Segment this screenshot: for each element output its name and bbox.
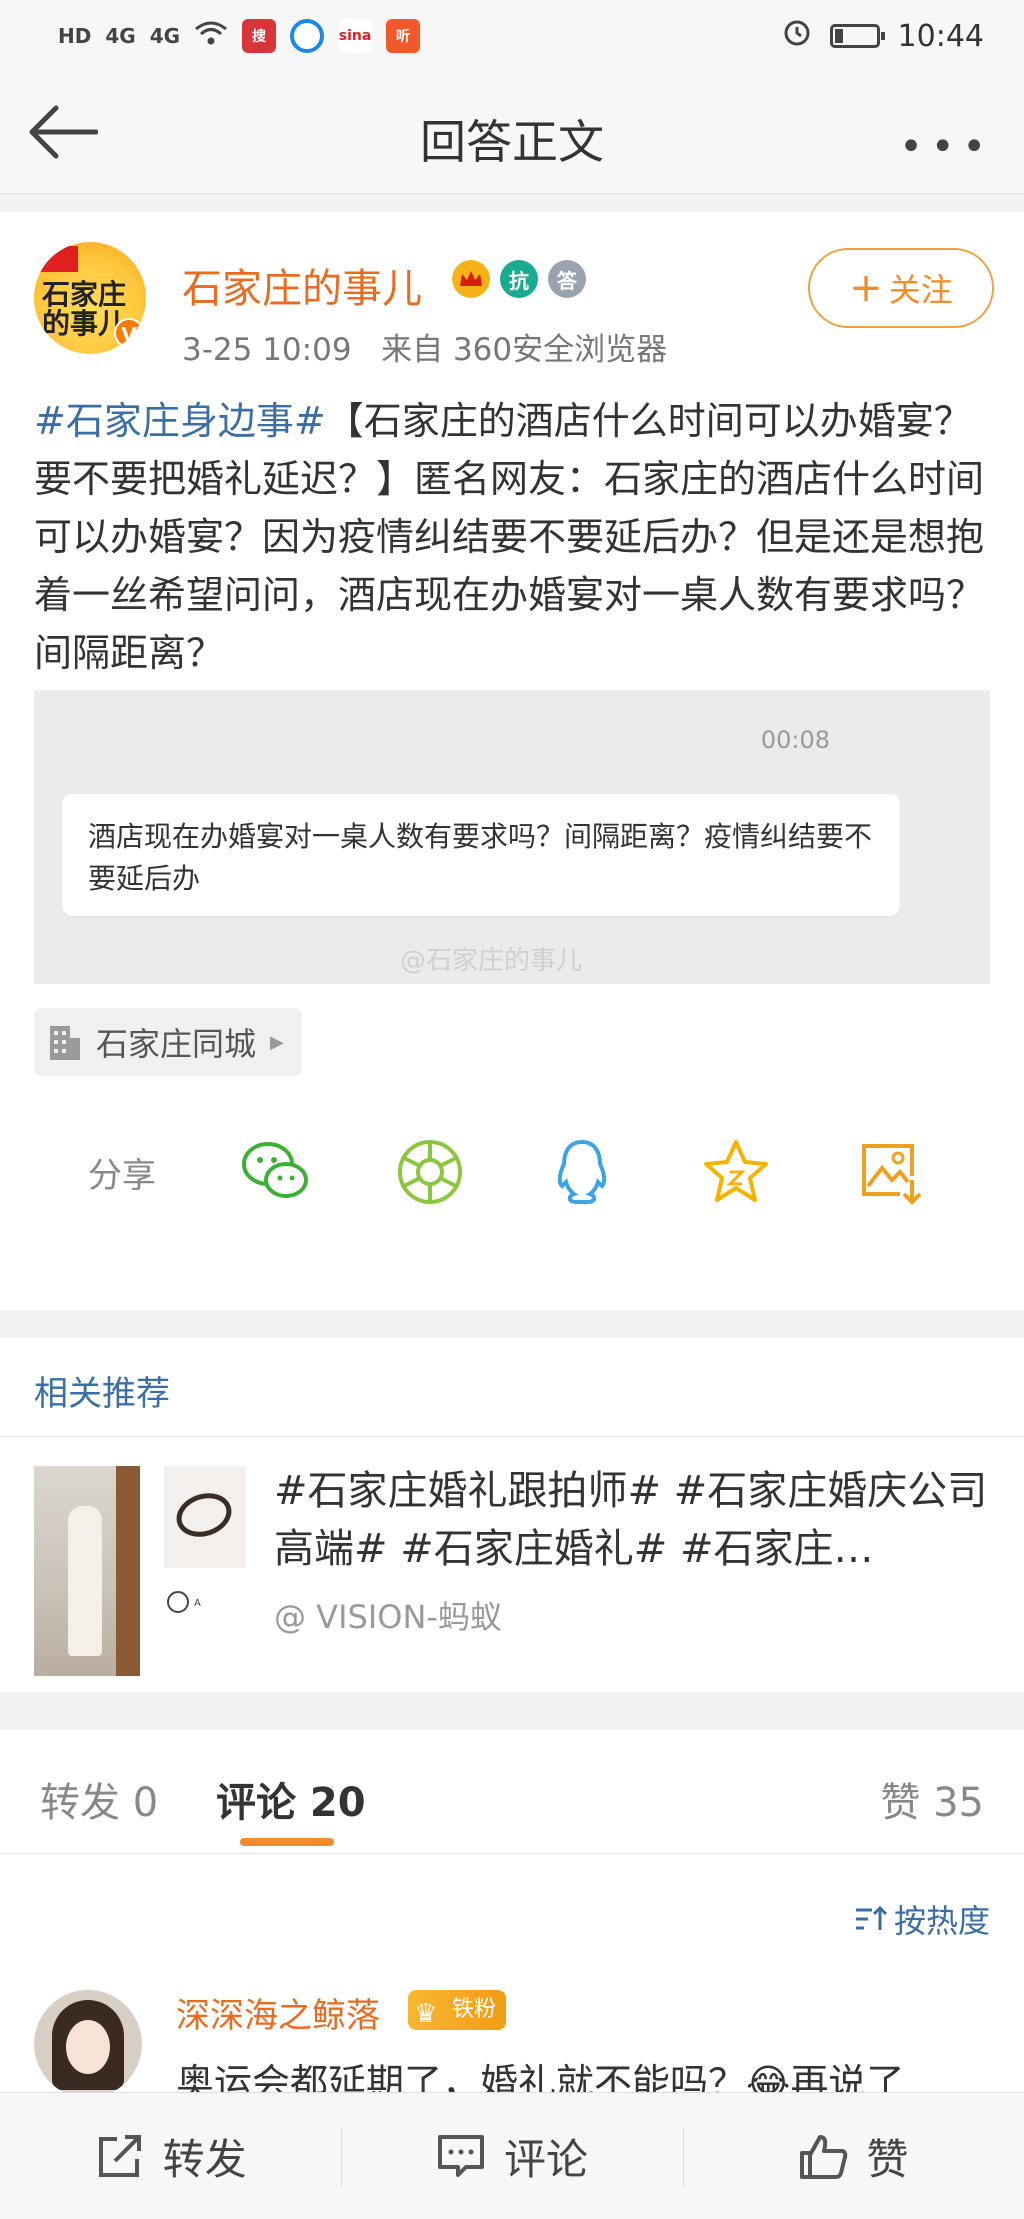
bride-figure [68,1506,102,1656]
share-label: 分享 [88,1156,156,1196]
related-thumbnail-bride[interactable] [34,1466,140,1676]
plus-icon: + [849,265,883,311]
news-app-icon: 搜 [242,19,277,53]
fan-badge[interactable]: ♛ 铁粉 [408,1990,507,2030]
share-row: 分享 [0,1130,1024,1210]
post-hashtag[interactable]: #石家庄身边事# [34,399,326,443]
post-body: #石家庄身边事#【石家庄的酒店什么时间可以办婚宴？要不要把婚礼延迟？】匿名网友：… [34,392,992,682]
bottom-action-bar: 转发 评论 赞 [0,2092,1024,2219]
commenter-avatar[interactable] [34,1990,142,2098]
comment-bubble-icon [437,2135,484,2177]
browser-app-icon [290,19,325,53]
related-title[interactable]: #石家庄婚礼跟拍师# #石家庄婚庆公司高端# #石家庄婚礼# #石家庄… [274,1462,994,1578]
crown-badge-icon[interactable] [452,260,490,298]
door-frame [116,1466,140,1676]
building-icon [50,1026,80,1060]
divider [0,1436,1024,1437]
save-image-icon[interactable] [854,1136,926,1208]
post-source: 来自 360安全浏览器 [381,332,668,368]
wechat-icon[interactable] [240,1136,312,1208]
qq-icon[interactable] [546,1136,618,1208]
author-badges: 抗 答 [452,260,586,298]
listen-app-icon: 听 [386,19,421,53]
tab-repost[interactable]: 转发 0 [40,1770,158,1828]
post-timestamp: 3-25 10:09 [182,332,352,368]
media-watermark: @石家庄的事儿 [400,946,583,976]
media-time: 00:08 [760,726,830,754]
tab-comments[interactable]: 评论 20 [216,1770,366,1828]
more-menu-button[interactable]: ••• [899,124,994,170]
comments-section: 按热度 深深海之鲸落 ♛ 铁粉 奥运会都延期了，婚礼就不能吗？😂再说了 [0,1854,1024,2105]
post-card: 石家庄的事儿 V 石家庄的事儿 抗 答 3-25 10:09 来自 360安全浏… [0,212,1024,1310]
answer-badge-icon[interactable]: 答 [548,260,586,298]
ring-shape [170,1486,238,1544]
like-button[interactable]: 赞 [682,2093,1024,2219]
svg-text:A: A [194,1598,201,1609]
comment-label: 评论 [503,2134,588,2184]
repost-label: 转发 [162,2134,247,2184]
active-tab-indicator [240,1838,334,1846]
flag-icon [38,246,78,272]
title-bar: 回答正文 ••• [0,72,1024,194]
engagement-tabs: 转发 0 评论 20 赞 35 [0,1730,1024,1854]
status-bar: HD 4G 4G 搜 sina 听 10:44 [0,0,1024,72]
sort-icon [855,1905,888,1930]
sort-label: 按热度 [893,1902,990,1940]
crown-icon: ♛ [414,1999,438,2029]
follow-label: 关注 [888,271,953,309]
moments-icon[interactable] [394,1136,466,1208]
battery-icon [829,24,885,48]
author-avatar[interactable]: 石家庄的事儿 V [34,242,146,354]
studio-logo: A [164,1588,254,1668]
related-thumbnail-rings[interactable] [164,1466,246,1568]
hd-indicator: HD [58,24,92,48]
favorite-star-icon[interactable] [700,1136,772,1208]
author-name[interactable]: 石家庄的事儿 [182,256,422,314]
caret-right-icon: ▶ [270,1031,284,1053]
post-media[interactable]: 00:08 酒店现在办婚宴对一桌人数有要求吗？间隔距离？疫情纠结要不要延后办 @… [34,690,990,984]
avatar-face [66,2020,110,2074]
media-message-bubble: 酒店现在办婚宴对一桌人数有要求吗？间隔距离？疫情纠结要不要延后办 [62,794,900,916]
tab-likes[interactable]: 赞 35 [880,1770,984,1828]
status-right: 10:44 [782,17,984,55]
sina-app-icon: sina [338,19,373,53]
clock-time: 10:44 [897,18,984,54]
fan-badge-label: 铁粉 [452,1997,497,2022]
related-author[interactable]: @ VISION-蚂蚁 [274,1592,502,1638]
verified-icon: V [114,318,144,348]
commenter-name[interactable]: 深深海之鲸落 [176,1988,380,2037]
sort-button[interactable]: 按热度 [854,1896,990,1942]
location-chip[interactable]: 石家庄同城 ▶ [34,1008,302,1076]
repost-button[interactable]: 转发 [0,2093,341,2219]
share-out-icon [98,2135,141,2177]
signal-indicator-1: 4G [105,24,136,48]
follow-button[interactable]: + 关注 [808,248,994,328]
thumbs-up-icon [800,2135,848,2179]
signal-indicator-2: 4G [149,24,181,48]
like-label: 赞 [866,2134,909,2184]
page-title: 回答正文 [420,115,604,169]
comment-button[interactable]: 评论 [341,2093,682,2219]
related-section: 相关推荐 A #石家庄婚礼跟拍师# #石家庄婚庆公司高端# #石家庄婚礼# #石… [0,1338,1024,1692]
wifi-icon [194,19,228,54]
alarm-icon [782,17,812,55]
fight-badge-icon[interactable]: 抗 [500,260,538,298]
status-left: HD 4G 4G 搜 sina 听 [58,19,421,54]
location-label: 石家庄同城 [96,1025,257,1063]
post-meta: 3-25 10:09 来自 360安全浏览器 [182,324,667,369]
related-heading: 相关推荐 [34,1374,170,1414]
